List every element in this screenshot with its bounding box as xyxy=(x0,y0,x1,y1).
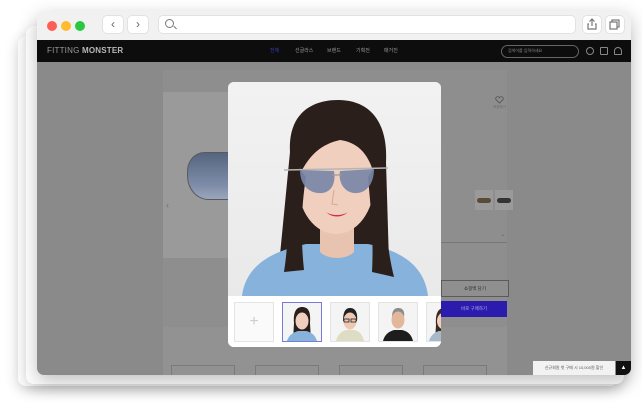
buy-now-button[interactable]: 바로 구매하기 xyxy=(441,301,507,317)
option-box[interactable] xyxy=(255,365,319,375)
search-icon xyxy=(165,19,174,28)
cart-icon[interactable] xyxy=(600,47,608,55)
model-thumbnail-young-woman[interactable] xyxy=(282,302,322,342)
menu-item-sunglasses[interactable]: 선글라스 xyxy=(295,47,313,54)
logo-light-text: FITTING xyxy=(47,46,80,55)
promo-banner[interactable]: 신규회원 첫 구매 시 10,000원 할인 xyxy=(533,361,615,375)
model-thumbnail-woman-glasses[interactable] xyxy=(330,302,370,342)
menu-item-magazine[interactable]: 매거진 xyxy=(384,47,398,54)
menu-item-brand[interactable]: 브랜드 xyxy=(327,47,341,54)
logo-bold-text: MONSTER xyxy=(81,46,124,55)
tryon-preview-image xyxy=(228,82,441,296)
product-sunglasses-image xyxy=(187,152,230,200)
option-box[interactable] xyxy=(171,365,235,375)
product-info-column: 저장하기 xyxy=(441,92,507,282)
option-box[interactable] xyxy=(423,365,487,375)
wish-label: 저장하기 xyxy=(493,105,506,109)
share-icon[interactable] xyxy=(583,16,601,33)
heart-icon[interactable] xyxy=(586,47,594,55)
back-button[interactable]: ‹ xyxy=(103,16,123,33)
model-thumbnail-strip: + xyxy=(228,298,441,347)
user-icon[interactable] xyxy=(614,47,622,55)
search-placeholder: 검색어를 입력하세요 xyxy=(508,48,543,53)
chevron-down-icon: ⌄ xyxy=(500,232,505,238)
minimize-window-icon[interactable] xyxy=(61,21,71,31)
heart-outline-icon[interactable] xyxy=(495,96,504,104)
color-swatch[interactable] xyxy=(475,190,493,210)
model-thumbnail-woman-partial[interactable] xyxy=(426,302,441,342)
swatch-glasses-image xyxy=(477,198,491,203)
address-bar[interactable] xyxy=(159,16,575,33)
swatch-glasses-image xyxy=(497,198,511,203)
option-select[interactable]: ⌄ xyxy=(441,232,507,243)
scroll-top-button[interactable]: ▲ xyxy=(616,361,631,375)
tabs-icon[interactable] xyxy=(606,16,624,33)
menu-item-all[interactable]: 전체 xyxy=(270,47,279,54)
close-window-icon[interactable] xyxy=(47,21,57,31)
virtual-tryon-modal: + xyxy=(228,82,441,347)
maximize-window-icon[interactable] xyxy=(75,21,85,31)
site-header: FITTING MONSTER 전체 선글라스 브랜드 기획전 매거진 검색어를… xyxy=(37,40,631,62)
chevron-left-icon[interactable]: ‹ xyxy=(166,200,169,210)
color-swatch[interactable] xyxy=(495,190,513,210)
add-to-cart-button[interactable]: 쇼핑백 담기 xyxy=(441,280,509,297)
menu-item-exhibition[interactable]: 기획전 xyxy=(356,47,370,54)
site-logo[interactable]: FITTING MONSTER xyxy=(47,46,123,55)
option-box[interactable] xyxy=(339,365,403,375)
forward-button[interactable]: › xyxy=(128,16,148,33)
browser-toolbar: ‹ › xyxy=(37,11,631,40)
site-search-input[interactable]: 검색어를 입력하세요 xyxy=(501,45,579,58)
add-photo-button[interactable]: + xyxy=(234,302,274,342)
woman-wearing-sunglasses-illustration xyxy=(242,100,428,296)
model-thumbnail-older-man[interactable] xyxy=(378,302,418,342)
